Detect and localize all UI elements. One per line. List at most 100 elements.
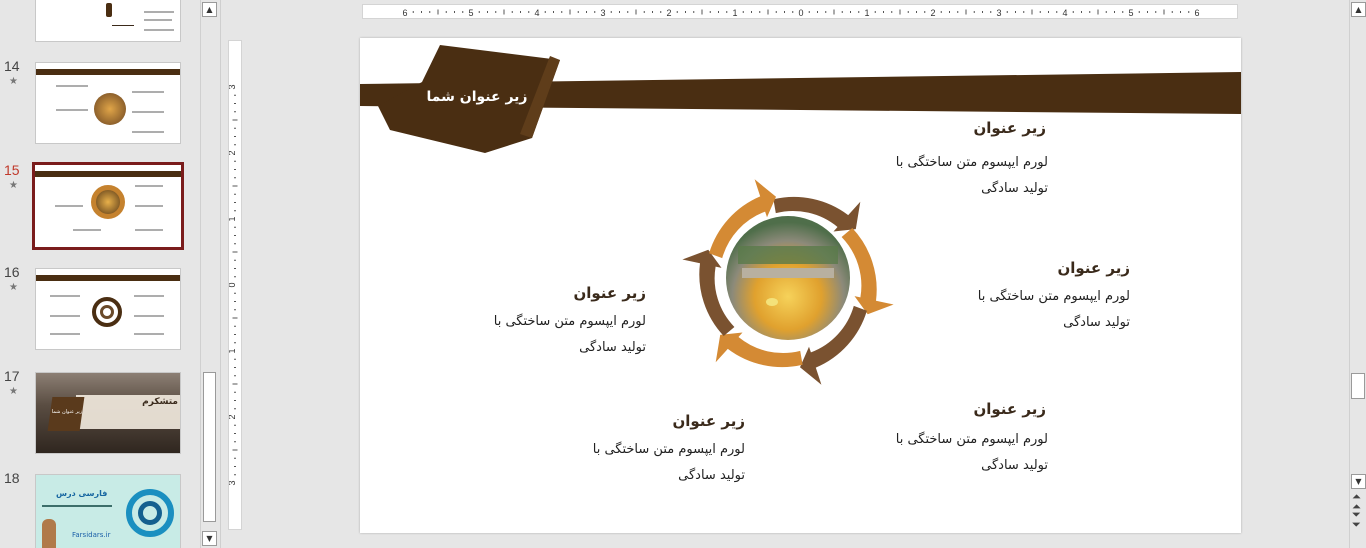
item-text: لورم ایپسوم متن ساختگی با تولید سادگی <box>593 437 745 489</box>
ruler-label: 0 <box>798 8 803 18</box>
item-line: لورم ایپسوم متن ساختگی با <box>895 432 1048 447</box>
scroll-down-icon[interactable]: ▼ <box>202 531 217 546</box>
ruler-label: 2 <box>666 8 671 18</box>
item-line: تولید سادگی <box>579 340 646 355</box>
scroll-thumb[interactable] <box>1351 373 1365 399</box>
scroll-up-icon[interactable]: ▲ <box>202 2 217 17</box>
thumb-banner <box>35 171 181 177</box>
item-line: لورم ایپسوم متن ساختگی با <box>493 314 646 329</box>
thumb-brand: فارسی درس <box>56 489 108 498</box>
thumb-text <box>42 505 112 507</box>
thumb-text <box>135 229 163 231</box>
slide-thumbnail-13[interactable] <box>35 0 181 42</box>
slide-thumbnail-18[interactable]: فارسی درس Farsidars.ir <box>35 474 181 548</box>
slide-scrollbar[interactable]: ▲ ▼ ⏶ ⏶ ⏷ ⏷ <box>1349 0 1366 548</box>
thumb-text <box>50 315 80 317</box>
scroll-thumb[interactable] <box>203 372 216 522</box>
photo-trees <box>738 246 838 264</box>
thumb-line <box>112 25 134 26</box>
ruler-label: 3 <box>996 8 1001 18</box>
slide-thumbnail-15[interactable] <box>32 162 184 250</box>
item-heading: زیر عنوان <box>672 412 745 430</box>
thumb-person <box>42 519 56 548</box>
slide-thumbnail-14[interactable] <box>35 62 181 144</box>
thumb-shape <box>106 3 112 17</box>
item-line: تولید سادگی <box>981 458 1048 473</box>
slide-number: 18 <box>4 470 20 486</box>
item-text: لورم ایپسوم متن ساختگی با تولید سادگی <box>978 284 1130 336</box>
slide-number: 16 <box>4 264 20 280</box>
item-heading: زیر عنوان <box>1057 259 1130 277</box>
scroll-up-icon[interactable]: ▲ <box>1351 2 1366 17</box>
thumb-text <box>132 91 164 93</box>
thumb-text <box>132 131 164 133</box>
thumb-banner <box>36 69 180 75</box>
star-icon: ★ <box>9 282 18 293</box>
item-line: لورم ایپسوم متن ساختگی با <box>895 155 1048 170</box>
thumb-text <box>134 333 164 335</box>
thumb-text <box>73 229 101 231</box>
circular-arrows-diagram <box>682 179 894 385</box>
slide-canvas[interactable]: زیر عنوان شما زیر عنوان لورم ایپسوم متن … <box>360 38 1241 533</box>
thumb-text <box>134 315 164 317</box>
item-line: تولید سادگی <box>678 468 745 483</box>
ruler-label: 4 <box>534 8 539 18</box>
slide-thumbnail-16[interactable] <box>35 268 181 350</box>
next-slide-icon[interactable]: ⏷ ⏷ <box>1352 509 1361 530</box>
horizontal-ruler[interactable]: 6 5 4 3 2 1 0 1 2 3 4 5 6 <box>362 4 1238 19</box>
thumb-text <box>144 29 174 31</box>
item-heading: زیر عنوان <box>973 400 1046 418</box>
item-line: تولید سادگی <box>1063 315 1130 330</box>
ruler-label: 1 <box>864 8 869 18</box>
thumb-circle <box>91 185 125 219</box>
ruler-label: 1 <box>732 8 737 18</box>
thumb-logo-inner <box>138 501 162 525</box>
slide-thumbnail-pane: 14 ★ 15 ★ 16 ★ 17 ★ متشکرم زیر عنوان شما… <box>0 0 198 548</box>
slide-thumbnail-17[interactable]: متشکرم زیر عنوان شما <box>35 372 181 454</box>
ruler-label: 2 <box>229 150 237 155</box>
item-heading: زیر عنوان <box>573 284 646 302</box>
ruler-label: 4 <box>1062 8 1067 18</box>
scroll-down-icon[interactable]: ▼ <box>1351 474 1366 489</box>
thumb-text <box>134 295 164 297</box>
slide-number: 14 <box>4 58 20 74</box>
thumb-circle <box>94 93 126 125</box>
star-icon: ★ <box>9 180 18 191</box>
thumb-banner <box>36 275 180 281</box>
item-text: لورم ایپسوم متن ساختگی با تولید سادگی <box>494 309 646 361</box>
item-heading: زیر عنوان <box>973 119 1046 137</box>
thumb-text <box>50 333 80 335</box>
thumbnail-scrollbar[interactable]: ▲ ▼ <box>200 0 218 548</box>
thumb-url: Farsidars.ir <box>72 531 111 539</box>
ruler-label: 6 <box>1194 8 1199 18</box>
item-line: تولید سادگی <box>981 181 1048 196</box>
thumb-text <box>135 185 163 187</box>
thumb-title: متشکرم <box>142 397 178 407</box>
ruler-label: 0 <box>229 282 237 287</box>
thumb-text <box>144 19 172 21</box>
slide-number: 15 <box>4 162 20 178</box>
thumb-text <box>50 295 80 297</box>
ruler-label: 3 <box>600 8 605 18</box>
thumb-text <box>56 109 88 111</box>
item-line: لورم ایپسوم متن ساختگی با <box>592 442 745 457</box>
vertical-ruler[interactable]: 3 2 1 0 1 2 3 <box>228 40 242 530</box>
ruler-label: 2 <box>930 8 935 18</box>
thumb-target-inner <box>100 305 114 319</box>
ruler-label: 3 <box>229 84 237 89</box>
thumb-text <box>135 205 163 207</box>
slide-number: 17 <box>4 368 20 384</box>
item-line: لورم ایپسوم متن ساختگی با <box>977 289 1130 304</box>
photo-wall <box>742 268 834 278</box>
ruler-label: 1 <box>229 348 237 353</box>
ruler-label: 5 <box>1128 8 1133 18</box>
ruler-label: 2 <box>229 414 237 419</box>
item-text: لورم ایپسوم متن ساختگی با تولید سادگی <box>896 150 1048 202</box>
thumb-text <box>56 85 88 87</box>
star-icon: ★ <box>9 76 18 87</box>
star-icon: ★ <box>9 386 18 397</box>
item-text: لورم ایپسوم متن ساختگی با تولید سادگی <box>896 427 1048 479</box>
curved-arrow <box>682 249 735 336</box>
thumb-text <box>55 205 83 207</box>
ruler-label: 1 <box>229 216 237 221</box>
